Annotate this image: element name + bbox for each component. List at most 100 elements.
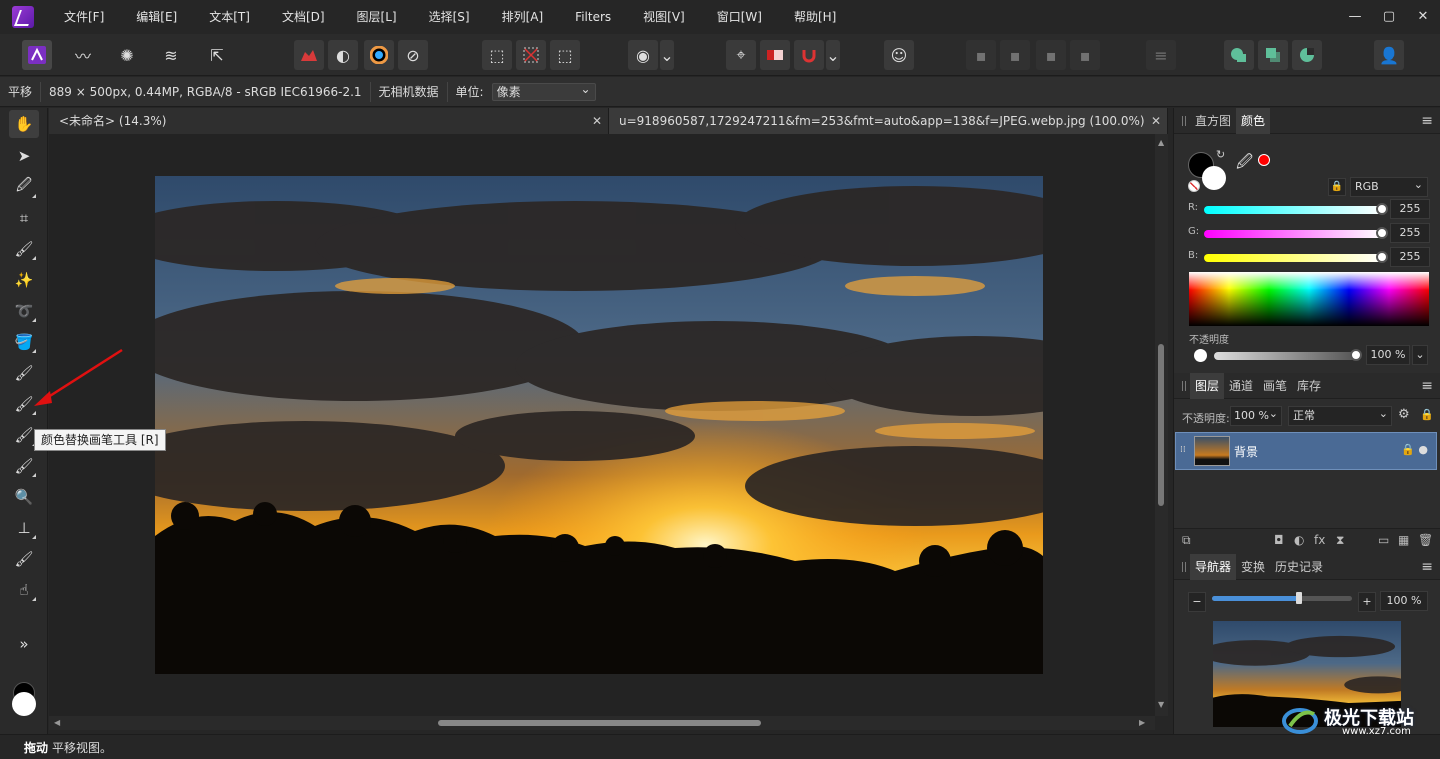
fx-icon[interactable]: fx xyxy=(1314,533,1325,547)
maximize-button[interactable]: ▢ xyxy=(1372,0,1406,34)
scroll-left-icon[interactable]: ◀ xyxy=(54,718,60,727)
tab-color[interactable]: 颜色 xyxy=(1236,107,1271,134)
selection-brush-icon[interactable]: 🖌 xyxy=(9,235,39,263)
lock-icon[interactable]: 🔒 xyxy=(1420,408,1434,421)
horizontal-scrollbar[interactable]: ◀ ▶ xyxy=(49,716,1155,730)
arrange-back-icon[interactable]: ▪ xyxy=(1070,40,1100,70)
close-tab-icon[interactable]: ✕ xyxy=(1151,108,1161,134)
blue-value[interactable]: 255 xyxy=(1390,247,1430,267)
green-knob[interactable] xyxy=(1376,227,1388,239)
layer-options-icon[interactable]: ⧉ xyxy=(1182,533,1191,548)
panel-menu-icon[interactable]: ≡ xyxy=(1421,113,1433,129)
zoom-value[interactable]: 100 % xyxy=(1380,591,1428,611)
panel-menu-icon[interactable]: ≡ xyxy=(1421,378,1433,394)
photo-persona-icon[interactable] xyxy=(22,40,52,70)
blur-brush-icon[interactable]: 🔍 xyxy=(9,483,39,511)
snapping-magnet-icon[interactable] xyxy=(794,40,824,70)
panel-grip-icon[interactable] xyxy=(1174,554,1190,580)
eyedropper-icon[interactable]: 🖉 xyxy=(1236,151,1253,178)
blue-track[interactable] xyxy=(1204,254,1382,262)
layer-opacity-select[interactable]: 100 % ⌄ xyxy=(1230,406,1282,426)
layer-name[interactable]: 背景 xyxy=(1234,443,1258,460)
menu-layer[interactable]: 图层[L] xyxy=(341,0,413,34)
menu-view[interactable]: 视图[V] xyxy=(627,0,701,34)
export-persona-icon[interactable]: ⇱ xyxy=(202,40,232,70)
mask-layer-icon[interactable]: ◘ xyxy=(1274,533,1284,547)
scroll-thumb[interactable] xyxy=(1158,344,1164,506)
add-pixel-layer-icon[interactable]: ▦ xyxy=(1398,533,1409,547)
swap-colors-icon[interactable]: ↻ xyxy=(1216,148,1225,161)
green-value[interactable]: 255 xyxy=(1390,223,1430,243)
deselect-icon[interactable] xyxy=(516,40,546,70)
quick-mask-icon[interactable]: ◉ xyxy=(628,40,658,70)
menu-help[interactable]: 帮助[H] xyxy=(778,0,852,34)
boolean-subtract-icon[interactable] xyxy=(1258,40,1288,70)
scroll-right-icon[interactable]: ▶ xyxy=(1139,718,1145,727)
layer-grip-icon[interactable]: ⁞⁞ xyxy=(1180,445,1186,455)
opacity-dropdown-icon[interactable]: ⌄ xyxy=(1412,345,1428,365)
tab-untitled[interactable]: <未命名> (14.3%) ✕ xyxy=(49,108,609,134)
lock-icon[interactable]: 🔒 xyxy=(1328,178,1346,196)
boolean-add-icon[interactable] xyxy=(1224,40,1254,70)
snapping-dropdown-icon[interactable]: ⌄ xyxy=(826,40,840,70)
live-filter-icon[interactable]: ⧗ xyxy=(1336,533,1344,548)
align-icon[interactable]: ≡ xyxy=(1146,40,1176,70)
red-track[interactable] xyxy=(1204,206,1382,214)
delete-layer-icon[interactable]: 🗑 xyxy=(1418,533,1433,547)
menu-window[interactable]: 窗口[W] xyxy=(701,0,778,34)
auto-contrast-icon[interactable]: ◐ xyxy=(328,40,358,70)
no-color-icon[interactable] xyxy=(1188,180,1200,192)
green-slider[interactable]: G: 255 xyxy=(1188,223,1435,243)
tab-brushes[interactable]: 画笔 xyxy=(1258,373,1292,399)
panel-menu-icon[interactable]: ≡ xyxy=(1421,559,1433,575)
levels-icon[interactable] xyxy=(294,40,324,70)
more-tools-icon[interactable]: » xyxy=(9,630,39,658)
close-tab-icon[interactable]: ✕ xyxy=(592,108,602,134)
zoom-slider[interactable] xyxy=(1212,596,1352,601)
blend-mode-select[interactable]: 正常 ⌄ xyxy=(1288,406,1392,426)
unit-select[interactable]: 像素 xyxy=(491,81,596,101)
scroll-up-icon[interactable]: ▲ xyxy=(1158,138,1164,147)
menu-text[interactable]: 文本[T] xyxy=(193,0,266,34)
view-tool-hand-icon[interactable]: ✋ xyxy=(9,110,39,138)
color-wells[interactable]: ↻ xyxy=(1188,148,1228,192)
invert-selection-icon[interactable]: ⬚ xyxy=(550,40,580,70)
close-button[interactable]: ✕ xyxy=(1406,0,1440,34)
blue-knob[interactable] xyxy=(1376,251,1388,263)
menu-select[interactable]: 选择[S] xyxy=(413,0,486,34)
foreground-background-swatch[interactable] xyxy=(10,680,40,720)
assistant-icon[interactable]: ⌖ xyxy=(726,40,756,70)
zoom-in-button[interactable]: + xyxy=(1358,592,1376,612)
boolean-intersect-icon[interactable] xyxy=(1292,40,1322,70)
erase-brush-icon[interactable]: 🖌 xyxy=(9,452,39,480)
tab-image[interactable]: u=918960587,1729247211&fm=253&fmt=auto&a… xyxy=(609,108,1168,134)
opacity-value[interactable]: 100 % xyxy=(1366,345,1410,365)
tone-mapping-persona-icon[interactable]: ≋ xyxy=(156,40,186,70)
tab-navigator[interactable]: 导航器 xyxy=(1190,553,1237,580)
retouch-brush-icon[interactable]: ☝ xyxy=(9,576,39,604)
opacity-slider[interactable] xyxy=(1214,352,1356,360)
tab-history[interactable]: 历史记录 xyxy=(1270,554,1328,580)
clone-brush-icon[interactable]: ⊥ xyxy=(9,514,39,542)
menu-document[interactable]: 文档[D] xyxy=(266,0,341,34)
healing-brush-icon[interactable]: 🖌 xyxy=(9,545,39,573)
layer-lock-visibility-icons[interactable]: 🔒 ● xyxy=(1401,443,1428,456)
crop-tool-icon[interactable]: ⌗ xyxy=(9,204,39,232)
menu-edit[interactable]: 编辑[E] xyxy=(120,0,193,34)
arrange-front-icon[interactable]: ▪ xyxy=(966,40,996,70)
tab-channels[interactable]: 通道 xyxy=(1224,373,1258,399)
green-track[interactable] xyxy=(1204,230,1382,238)
menu-filters[interactable]: Filters xyxy=(559,0,627,34)
liquify-persona-icon[interactable]: 〰 xyxy=(68,40,98,70)
auto-color-icon[interactable] xyxy=(364,40,394,70)
zoom-slider-knob[interactable] xyxy=(1295,592,1302,604)
color-picker-icon[interactable]: 🖉 xyxy=(9,173,39,201)
menu-file[interactable]: 文件[F] xyxy=(48,0,120,34)
opacity-knob[interactable] xyxy=(1350,349,1362,361)
red-value[interactable]: 255 xyxy=(1390,199,1430,219)
color-model-select[interactable]: RGB ⌄ xyxy=(1350,177,1428,197)
panel-grip-icon[interactable] xyxy=(1174,373,1190,399)
account-icon[interactable]: 👤 xyxy=(1374,40,1404,70)
adjustment-layer-icon[interactable]: ◐ xyxy=(1294,533,1304,547)
tab-histogram[interactable]: 直方图 xyxy=(1190,108,1236,134)
